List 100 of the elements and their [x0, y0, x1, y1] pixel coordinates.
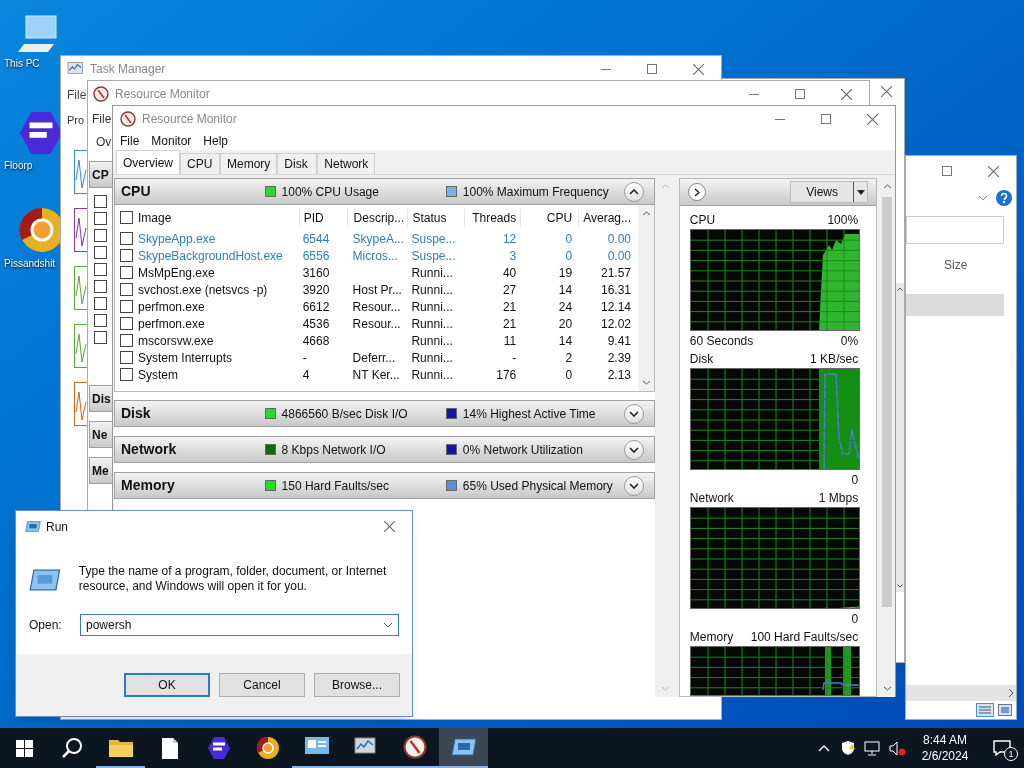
table-cell-text: 3920: [301, 281, 331, 299]
table-cell-text: Host Pr...: [351, 281, 403, 299]
graph-title: Network: [689, 489, 734, 507]
table-cell-text: 14: [557, 332, 574, 350]
menu-item[interactable]: File: [92, 110, 112, 128]
column-header[interactable]: Status: [407, 208, 465, 227]
table-cell-text: Runni...: [410, 298, 454, 316]
notifications-button[interactable]: 1: [980, 728, 1024, 768]
table-cell-text: 40: [501, 264, 518, 282]
column-header[interactable]: CPU: [520, 208, 579, 227]
table-cell-text: 3: [508, 247, 518, 265]
graph-min-label: 0%: [840, 333, 859, 350]
table-cell-text: 12.14: [600, 298, 632, 316]
table-cell-text: 12.02: [600, 315, 632, 333]
graph-max-label: 1 Mbps: [818, 489, 859, 507]
table-cell-text: Runni...: [410, 281, 454, 299]
table-cell-text: 6544: [301, 230, 331, 248]
legend-label: 4866560 B/sec Disk I/O: [281, 405, 408, 423]
table-cell-text: 0.00: [606, 230, 632, 248]
desktop-icon-label[interactable]: Pissandshit: [4, 256, 56, 271]
views-button[interactable]: Views: [790, 181, 869, 203]
table-cell-text: System: [138, 366, 179, 384]
tab[interactable]: Network: [317, 153, 376, 174]
table-cell-text: 0.00: [606, 247, 632, 265]
table-cell-text: 2.39: [606, 349, 632, 367]
menu-item[interactable]: File: [120, 132, 140, 150]
tab[interactable]: CPU: [180, 153, 220, 174]
menu-item[interactable]: Monitor: [151, 132, 192, 150]
column-header[interactable]: Descrip...: [346, 208, 408, 227]
table-cell-text: 21.57: [600, 264, 632, 282]
window-title: Task Manager: [90, 61, 166, 78]
section-header[interactable]: CPU 100% CPU Usage 100% Maximum Frequency: [114, 178, 655, 205]
clock-time[interactable]: 8:44 AM: [923, 732, 967, 748]
table-cell-text: 3160: [301, 264, 331, 282]
desktop-icon-label[interactable]: Floorp: [4, 158, 33, 173]
table-cell-text: SkypeApp.exe: [138, 230, 217, 248]
section-header[interactable]: Ne: [89, 421, 113, 448]
graph-min-label: 0: [851, 472, 859, 489]
section-title: Memory: [121, 476, 176, 495]
table-cell-text: 176: [495, 366, 518, 384]
menu-item[interactable]: File: [67, 86, 87, 104]
dialog-button[interactable]: Cancel: [219, 673, 305, 697]
column-header[interactable]: Image: [138, 208, 299, 227]
clock-date[interactable]: 2/6/2024: [921, 748, 969, 764]
graph-title: Disk: [689, 350, 714, 368]
table-cell-text: NT Ker...: [351, 366, 401, 384]
section-header[interactable]: Dis: [89, 385, 113, 412]
table-cell-text: 2: [564, 349, 574, 367]
table-cell-text: SkypeA...: [351, 230, 405, 248]
tab[interactable]: Overview: [116, 150, 180, 174]
section-title: CPU: [121, 182, 152, 201]
tab[interactable]: Disk: [277, 153, 318, 174]
section-title: Disk: [121, 404, 152, 423]
desktop-icon-label[interactable]: This PC: [4, 56, 40, 71]
table-cell-text: svchost.exe (netsvcs -p): [138, 281, 269, 299]
tab[interactable]: Memory: [220, 153, 278, 174]
table-cell-text: 19: [557, 264, 574, 282]
table-cell-text: 0: [564, 247, 574, 265]
table-cell-text: 4536: [301, 315, 331, 333]
legend-label: 65% Used Physical Memory: [462, 477, 613, 495]
menu-item[interactable]: Help: [203, 132, 229, 150]
table-cell-text: 21: [501, 315, 518, 333]
column-header[interactable]: Size: [944, 256, 968, 274]
legend-label: 14% Highest Active Time: [462, 405, 596, 423]
column-header[interactable]: PID: [298, 208, 347, 227]
section-header[interactable]: Memory 150 Hard Faults/sec 65% Used Physical Memory: [114, 472, 655, 499]
graph-time-label: 60 Seconds: [689, 333, 754, 350]
legend-label: 100% Maximum Frequency: [462, 183, 609, 201]
table-cell-text: -: [511, 349, 518, 367]
table-cell-text: 27: [501, 281, 518, 299]
section-header[interactable]: CP: [89, 161, 113, 188]
graph-max-label: 100 Hard Faults/sec: [750, 628, 859, 646]
tab[interactable]: Ov: [96, 133, 112, 151]
table-cell-text: 20: [557, 315, 574, 333]
table-cell-text: perfmon.exe: [138, 315, 206, 333]
dialog-button[interactable]: OK: [124, 673, 210, 697]
column-header[interactable]: Threads: [464, 208, 521, 227]
instruction-text: Type the name of a program, folder, document, or Internet resource, and Windows will open it for you.: [78, 564, 388, 594]
section-header[interactable]: Network 8 Kbps Network I/O 0% Network Utilization: [114, 436, 655, 463]
table-cell-text: 9.41: [606, 332, 632, 350]
table-cell-text: 24: [557, 298, 574, 316]
legend-label: 100% CPU Usage: [281, 183, 379, 201]
legend-label: 0% Network Utilization: [462, 441, 583, 459]
table-cell-text: 6556: [301, 247, 331, 265]
window-title: Resource Monitor: [115, 86, 210, 103]
field-label: Open:: [29, 617, 63, 634]
table-cell-text: System Interrupts: [138, 349, 233, 367]
table-cell-text: Resour...: [351, 298, 402, 316]
command-combo-box[interactable]: powersh: [80, 614, 399, 636]
table-cell-text: Runni...: [410, 349, 454, 367]
window-title: Run: [46, 518, 68, 536]
legend-label: 150 Hard Faults/sec: [281, 477, 389, 495]
table-cell-text: -: [301, 349, 308, 367]
section-header[interactable]: Me: [89, 457, 113, 484]
dialog-button[interactable]: Browse...: [314, 673, 400, 697]
table-cell-text: 0: [564, 230, 574, 248]
table-cell-text: Runni...: [410, 264, 454, 282]
section-header[interactable]: Disk 4866560 B/sec Disk I/O 14% Highest Active Time: [114, 400, 655, 427]
tab[interactable]: Pro: [67, 111, 85, 129]
table-cell-text: 4668: [301, 332, 331, 350]
